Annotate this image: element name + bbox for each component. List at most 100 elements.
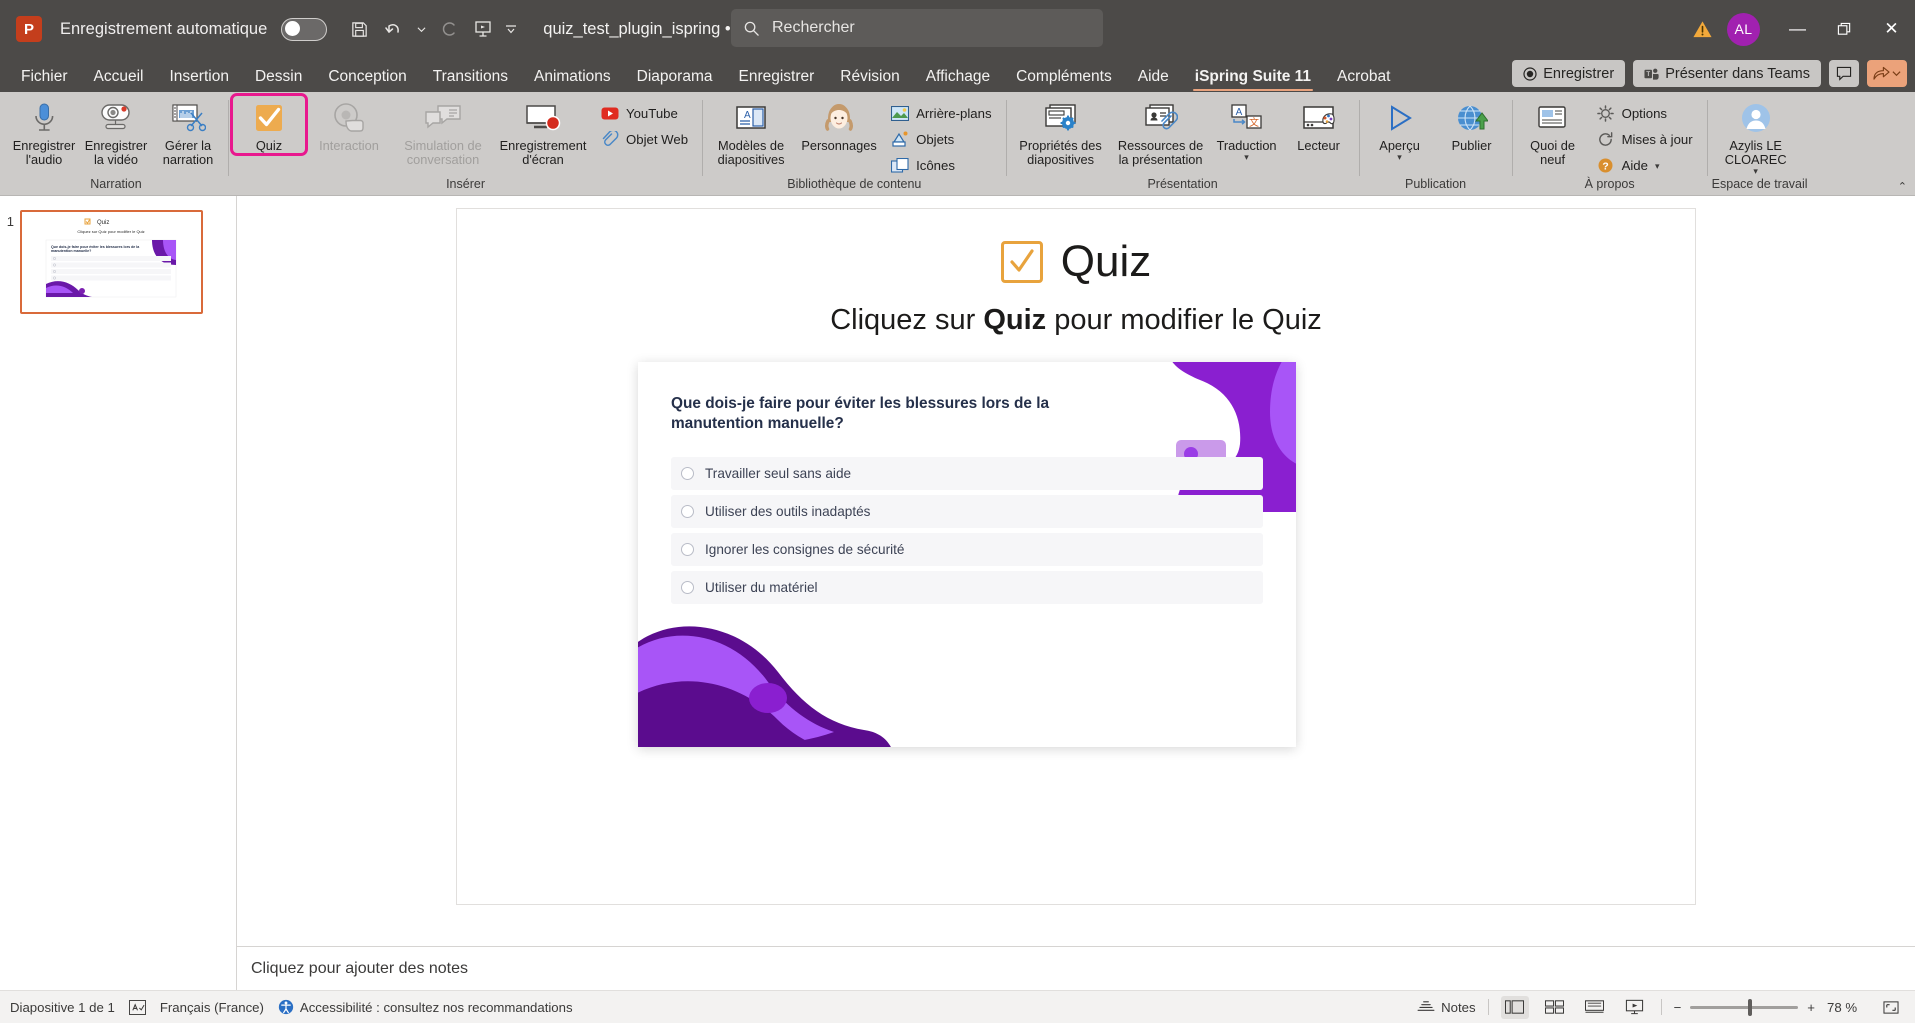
- tab-transitions[interactable]: Transitions: [420, 62, 521, 92]
- icons-button[interactable]: Icônes: [887, 154, 998, 177]
- translation-button[interactable]: A文 Traduction ▾: [1211, 96, 1283, 161]
- close-button[interactable]: ✕: [1868, 0, 1915, 58]
- tab-animations[interactable]: Animations: [521, 62, 624, 92]
- normal-view-icon[interactable]: [1501, 996, 1529, 1019]
- tab-revision[interactable]: Révision: [827, 62, 912, 92]
- ribbon-group-espace-de-travail: Azylis LE CLOAREC ▾ Espace de travail: [1712, 92, 1808, 195]
- redo-icon[interactable]: [433, 13, 465, 45]
- preview-button[interactable]: Aperçu ▾: [1364, 96, 1436, 161]
- notes-toggle-button[interactable]: Notes: [1417, 1000, 1475, 1015]
- reading-view-icon[interactable]: [1581, 996, 1609, 1019]
- tab-affichage[interactable]: Affichage: [913, 62, 1003, 92]
- fit-to-window-icon[interactable]: [1877, 996, 1905, 1019]
- zoom-handle[interactable]: [1748, 999, 1752, 1016]
- radio-icon[interactable]: [681, 543, 694, 556]
- undo-icon[interactable]: [377, 13, 409, 45]
- zoom-out-button[interactable]: −: [1674, 1000, 1682, 1015]
- screen-record-button[interactable]: Enregistrement d'écran: [493, 96, 593, 167]
- help-button[interactable]: ? Aide ▾: [1593, 154, 1699, 177]
- slide-sorter-icon[interactable]: [1541, 996, 1569, 1019]
- zoom-in-button[interactable]: +: [1807, 1000, 1815, 1015]
- quiz-answer-option[interactable]: Utiliser des outils inadaptés: [671, 495, 1263, 528]
- spellcheck-status[interactable]: [129, 1000, 146, 1015]
- undo-dropdown-icon[interactable]: [411, 13, 431, 45]
- notes-pane[interactable]: Cliquez pour ajouter des notes: [237, 946, 1915, 990]
- options-button[interactable]: Options: [1593, 102, 1699, 125]
- zoom-track[interactable]: [1690, 1006, 1798, 1009]
- record-video-button[interactable]: Enregistrer la vidéo: [80, 96, 152, 167]
- chevron-down-icon[interactable]: ▾: [1244, 154, 1249, 161]
- save-icon[interactable]: [343, 13, 375, 45]
- zoom-level[interactable]: 78 %: [1827, 1000, 1865, 1015]
- tab-dessin[interactable]: Dessin: [242, 62, 315, 92]
- slide-title-block[interactable]: Quiz: [457, 237, 1695, 287]
- slide-templates-button[interactable]: A Modèles de diapositives: [707, 96, 795, 167]
- updates-button[interactable]: Mises à jour: [1593, 128, 1699, 151]
- tab-diaporama[interactable]: Diaporama: [624, 62, 726, 92]
- tab-enregistrer[interactable]: Enregistrer: [725, 62, 827, 92]
- interaction-button[interactable]: Interaction: [305, 96, 393, 153]
- tab-acrobat[interactable]: Acrobat: [1324, 62, 1403, 92]
- chevron-down-icon[interactable]: ▾: [1397, 154, 1402, 161]
- tab-complements[interactable]: Compléments: [1003, 62, 1125, 92]
- dialog-simulation-button[interactable]: Simulation de conversation: [393, 96, 493, 167]
- youtube-button[interactable]: YouTube: [597, 102, 694, 125]
- tab-aide[interactable]: Aide: [1125, 62, 1182, 92]
- characters-button[interactable]: Personnages: [795, 96, 883, 153]
- start-slideshow-icon[interactable]: [467, 13, 499, 45]
- tab-accueil[interactable]: Accueil: [81, 62, 157, 92]
- tab-conception[interactable]: Conception: [315, 62, 419, 92]
- search-input[interactable]: Rechercher: [731, 9, 1103, 47]
- quiz-answer-option[interactable]: Utiliser du matériel: [671, 571, 1263, 604]
- radio-icon[interactable]: [681, 505, 694, 518]
- backgrounds-button[interactable]: Arrière-plans: [887, 102, 998, 125]
- quiz-answer-option[interactable]: Travailler seul sans aide: [671, 457, 1263, 490]
- slide-properties-button[interactable]: Propriétés des diapositives: [1011, 96, 1111, 167]
- tab-insertion[interactable]: Insertion: [156, 62, 241, 92]
- slide-counter[interactable]: Diapositive 1 de 1: [10, 1000, 115, 1015]
- quiz-button[interactable]: Quiz: [233, 96, 305, 153]
- warning-icon[interactable]: [1685, 19, 1719, 39]
- chevron-down-icon[interactable]: ▾: [1753, 168, 1758, 175]
- objects-button[interactable]: Objets: [887, 128, 998, 151]
- slideshow-icon[interactable]: [1621, 996, 1649, 1019]
- publish-button[interactable]: Publier: [1436, 96, 1508, 153]
- chevron-down-icon[interactable]: ▾: [1655, 163, 1660, 170]
- radio-icon[interactable]: [681, 467, 694, 480]
- web-object-button[interactable]: Objet Web: [597, 128, 694, 151]
- customize-qat-icon[interactable]: [501, 13, 521, 45]
- comments-button[interactable]: [1829, 60, 1859, 87]
- avatar[interactable]: AL: [1727, 13, 1760, 46]
- slide-canvas[interactable]: Quiz Cliquez sur Quiz pour modifier le Q…: [456, 208, 1696, 905]
- quiz-answer-option[interactable]: Ignorer les consignes de sécurité: [671, 533, 1263, 566]
- presentation-resources-button[interactable]: Ressources de la présentation: [1111, 96, 1211, 167]
- tab-fichier[interactable]: Fichier: [8, 62, 81, 92]
- presentation-resources-icon: [1144, 100, 1178, 136]
- minimize-button[interactable]: —: [1774, 0, 1821, 58]
- radio-icon[interactable]: [681, 581, 694, 594]
- restore-button[interactable]: [1821, 0, 1868, 58]
- record-button[interactable]: Enregistrer: [1512, 60, 1625, 87]
- updates-icon: [1596, 130, 1615, 149]
- quiz-preview-card[interactable]: Que dois-je faire pour éviter les blessu…: [638, 362, 1296, 747]
- player-button[interactable]: Lecteur: [1283, 96, 1355, 153]
- whats-new-button[interactable]: Quoi de neuf: [1517, 96, 1589, 167]
- backgrounds-icon: [890, 104, 909, 123]
- present-in-teams-button[interactable]: T Présenter dans Teams: [1633, 60, 1821, 87]
- slide-thumbnail-1[interactable]: Quiz Cliquez sur Quiz pour modifier le Q…: [20, 210, 203, 314]
- record-audio-button[interactable]: Enregistrer l'audio: [8, 96, 80, 167]
- workspace-user-button[interactable]: Azylis LE CLOAREC ▾: [1712, 96, 1800, 175]
- svg-text:A: A: [1235, 107, 1242, 118]
- manage-narration-button[interactable]: Gérer la narration: [152, 96, 224, 167]
- share-button[interactable]: [1867, 60, 1907, 87]
- tab-ispring-suite-11[interactable]: iSpring Suite 11: [1182, 62, 1324, 92]
- slide-subtitle[interactable]: Cliquez sur Quiz pour modifier le Quiz: [457, 304, 1695, 337]
- collapse-ribbon-button[interactable]: ⌃: [1898, 180, 1907, 193]
- slide-thumbnail-pane: 1 Quiz Cliquez sur Quiz pour modifier le…: [0, 196, 237, 990]
- zoom-slider[interactable]: − +: [1674, 1000, 1815, 1015]
- autosave-label: Enregistrement automatique: [60, 20, 267, 39]
- accessibility-status[interactable]: Accessibilité : consultez nos recommanda…: [278, 999, 573, 1015]
- autosave-toggle[interactable]: [281, 18, 327, 41]
- slide-title-text: Quiz: [1061, 237, 1151, 287]
- language-status[interactable]: Français (France): [160, 1000, 264, 1015]
